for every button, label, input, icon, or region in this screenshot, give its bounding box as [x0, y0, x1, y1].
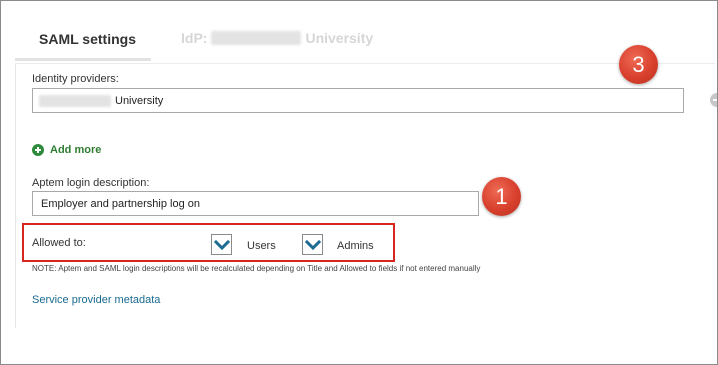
callout-badge-3: 3 — [619, 45, 658, 84]
redacted-name — [211, 31, 302, 45]
users-checkbox[interactable] — [211, 234, 232, 255]
redacted-provider-name — [39, 94, 111, 107]
users-label: Users — [247, 240, 276, 252]
add-more-label: Add more — [50, 144, 102, 156]
screenshot-frame: SAML settings IdP: University Identity p… — [0, 0, 718, 365]
admins-label: Admins — [337, 240, 374, 252]
identity-provider-value: University — [115, 94, 164, 107]
identity-provider-input[interactable]: University — [32, 88, 684, 113]
service-provider-metadata-link[interactable]: Service provider metadata — [32, 294, 160, 306]
login-description-label: Aptem login description: — [32, 177, 150, 189]
plus-circle-icon — [32, 144, 44, 156]
allowed-to-label: Allowed to: — [32, 237, 86, 249]
tab-saml-settings[interactable]: SAML settings — [15, 21, 151, 61]
chevron-check-icon — [213, 239, 230, 250]
login-description-input[interactable]: Employer and partnership log on — [32, 191, 479, 216]
tab-idp-suffix: University — [305, 30, 374, 46]
add-more-button[interactable]: Add more — [32, 144, 101, 156]
chevron-check-icon — [304, 239, 321, 250]
callout-badge-1: 1 — [482, 177, 521, 216]
identity-providers-label: Identity providers: — [32, 73, 119, 85]
tab-idp[interactable]: IdP: University — [181, 30, 373, 46]
remove-icon[interactable] — [710, 93, 717, 107]
recalculation-note: NOTE: Aptem and SAML login descriptions … — [32, 264, 481, 273]
tab-saml-settings-label: SAML settings — [39, 31, 136, 47]
admins-checkbox[interactable] — [302, 234, 323, 255]
login-description-value: Employer and partnership log on — [41, 197, 200, 210]
tab-idp-prefix: IdP: — [181, 30, 208, 46]
